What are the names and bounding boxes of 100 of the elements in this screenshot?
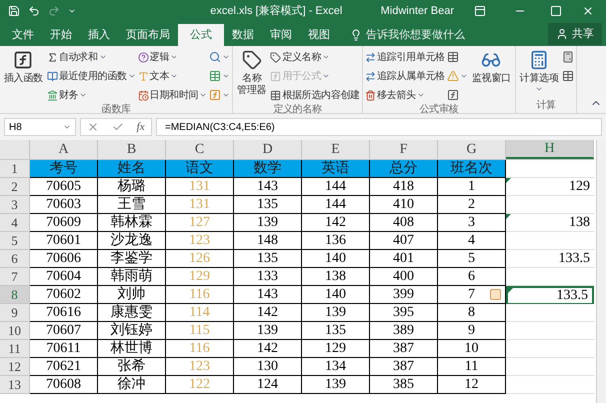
caret-icon — [460, 72, 468, 80]
cancel-icon[interactable] — [87, 121, 100, 133]
ribbon-large-button[interactable]: 计算选项 — [518, 48, 560, 93]
column-header[interactable]: E — [302, 140, 370, 159]
table-cell: 143 — [234, 286, 302, 304]
ribbon-tab[interactable]: 开始 — [42, 24, 80, 46]
ribbon-tab[interactable]: 文件 — [4, 24, 42, 46]
column-header[interactable]: F — [370, 140, 438, 159]
save-icon[interactable] — [8, 5, 20, 17]
table-cell: 12 — [438, 376, 506, 394]
ribbon-button[interactable]: 日期和时间 — [138, 86, 208, 104]
error-indicator-icon[interactable] — [506, 178, 511, 183]
table-cell: 401 — [370, 250, 438, 268]
ribbon-large-button[interactable]: 监视窗口 — [470, 48, 513, 85]
ribbon-tab[interactable]: 数据 — [224, 24, 262, 46]
ribbon-button[interactable]: 逻辑 — [138, 48, 208, 66]
table-cell: 6 — [438, 268, 506, 286]
row-header[interactable]: 3 — [0, 196, 30, 214]
row-header[interactable]: 9 — [0, 304, 30, 322]
table-cell: 138 — [506, 214, 594, 232]
column-header[interactable]: C — [166, 140, 234, 159]
undo-icon[interactable] — [28, 5, 40, 17]
ribbon-button[interactable]: 追踪从属单元格 — [364, 67, 445, 85]
ribbon-button[interactable]: 追踪引用单元格 — [364, 48, 445, 66]
row-header[interactable]: 12 — [0, 358, 30, 376]
table-cell: 70621 — [30, 358, 98, 376]
ribbon-tab[interactable]: 审阅 — [262, 24, 300, 46]
close-icon[interactable] — [582, 5, 594, 17]
formula-field[interactable]: =MEDIAN(C3:C4,E5:E6) — [156, 118, 602, 136]
tell-me-input[interactable]: 告诉我你想要做什么 — [366, 26, 516, 44]
table-cell: 124 — [234, 376, 302, 394]
button-label: 自动求和 — [58, 50, 98, 64]
button-label: 用于公式 — [282, 70, 322, 84]
caret-icon — [322, 53, 330, 61]
table-cell: 116 — [166, 286, 234, 304]
ribbon-group-label: 定义的名称 — [272, 104, 323, 117]
row-header[interactable]: 1 — [0, 160, 30, 178]
row-header[interactable]: 11 — [0, 340, 30, 358]
button-label: 定义名称 — [282, 50, 322, 64]
ribbon-tab[interactable]: 页面布局 — [118, 24, 178, 46]
maximize-icon[interactable] — [550, 5, 562, 17]
ribbon-button[interactable]: 定义名称 — [270, 48, 360, 66]
ribbon-display-icon[interactable] — [474, 5, 486, 17]
enter-icon[interactable] — [112, 121, 124, 133]
row-header[interactable]: 2 — [0, 178, 30, 196]
column-header[interactable]: D — [234, 140, 302, 159]
table-cell: 408 — [370, 214, 438, 232]
ribbon-large-button[interactable]: 名称 管理器 — [235, 48, 268, 97]
header-cell: 总分 — [370, 160, 438, 178]
tell-me-field[interactable]: 告诉我你想要做什么 — [350, 24, 548, 46]
ribbon-large-button[interactable]: 插入函数 — [2, 48, 45, 85]
table-cell: 张希 — [98, 358, 166, 376]
ribbon-button[interactable]: 最近使用的函数 — [46, 67, 136, 85]
table-cell: 139 — [302, 376, 370, 394]
table-cell: 144 — [302, 178, 370, 196]
column-header[interactable]: H — [506, 140, 594, 159]
table-cell: 399 — [370, 286, 438, 304]
table-cell: 143 — [234, 178, 302, 196]
ribbon-button[interactable]: 根据所选内容创建 — [270, 86, 360, 104]
table-cell: 70605 — [30, 178, 98, 196]
column-header[interactable]: B — [98, 140, 166, 159]
ribbon-button[interactable]: 文本 — [138, 67, 208, 85]
row-header[interactable]: 8 — [0, 286, 30, 304]
ribbon-tab[interactable]: 公式 — [178, 24, 224, 46]
error-indicator-icon[interactable] — [508, 288, 513, 293]
row-header[interactable]: 10 — [0, 322, 30, 340]
ribbon-tab[interactable]: 视图 — [300, 24, 338, 46]
row-header[interactable]: 5 — [0, 232, 30, 250]
table-cell: 123 — [166, 232, 234, 250]
customize-icon[interactable] — [68, 7, 76, 15]
table-cell: 385 — [370, 376, 438, 394]
name-box[interactable]: H8 — [4, 118, 76, 136]
ribbon-tab[interactable]: 插入 — [80, 24, 118, 46]
table-cell: 148 — [234, 232, 302, 250]
ribbon-button[interactable]: 移去箭头 — [364, 86, 445, 104]
row-header[interactable]: 7 — [0, 268, 30, 286]
row-header[interactable]: 4 — [0, 214, 30, 232]
button-label: 逻辑 — [150, 50, 170, 64]
ribbon-button[interactable]: 财务 — [46, 86, 136, 104]
table-cell: 康惠雯 — [98, 304, 166, 322]
person-icon — [556, 28, 568, 40]
table-cell: 135 — [234, 196, 302, 214]
button-label: 根据所选内容创建 — [282, 88, 360, 102]
column-header[interactable]: A — [30, 140, 98, 159]
vertical-scrollbar[interactable] — [596, 140, 606, 403]
table-cell: 129 — [166, 268, 234, 286]
row-header[interactable]: 13 — [0, 376, 30, 394]
table-cell: 70601 — [30, 232, 98, 250]
table-cell: 139 — [234, 322, 302, 340]
ribbon-group-label: 计算 — [535, 100, 557, 113]
insert-function-button[interactable]: fx — [136, 118, 145, 136]
button-label: 移去箭头 — [376, 88, 416, 102]
error-indicator-icon[interactable] — [506, 214, 511, 219]
table-cell: 144 — [302, 196, 370, 214]
row-header[interactable]: 6 — [0, 250, 30, 268]
table-cell: 400 — [370, 268, 438, 286]
ribbon-button[interactable]: 自动求和 — [46, 48, 136, 66]
caret-icon — [128, 72, 136, 80]
table-cell: 387 — [370, 340, 438, 358]
share-button[interactable]: 共享 — [548, 23, 602, 45]
